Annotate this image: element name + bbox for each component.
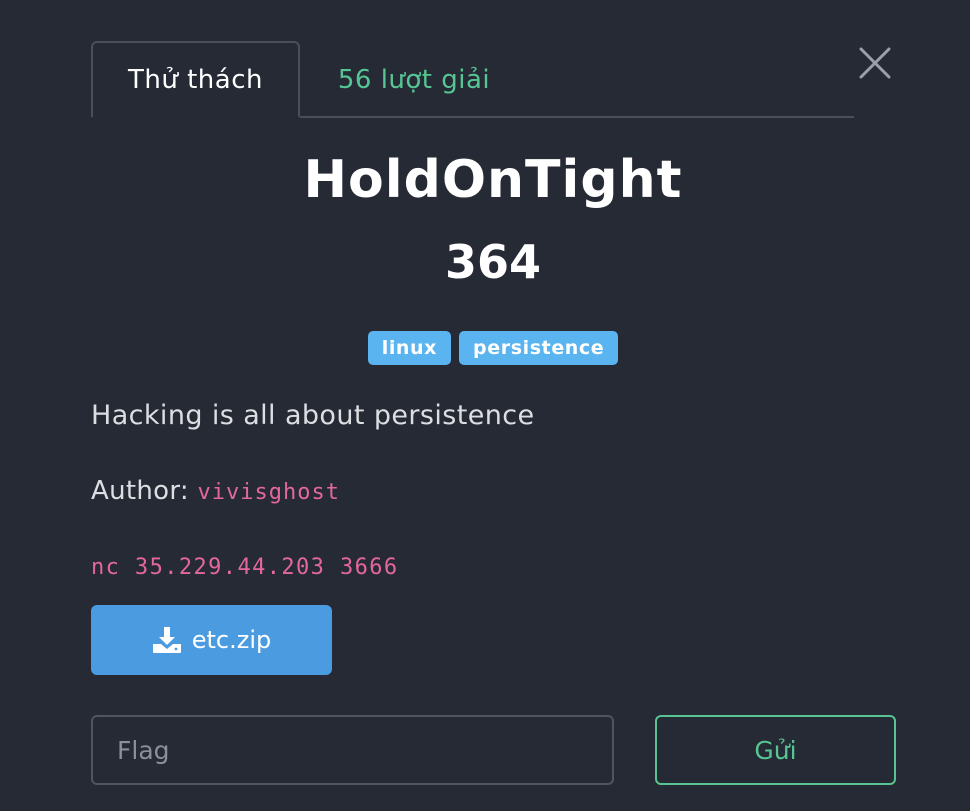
close-icon [859,47,891,79]
author-name: vivisghost [197,480,340,505]
author-label: Author: [91,476,189,506]
tab-challenge-label: Thử thách [128,64,263,95]
modal-tabs: Thử thách 56 lượt giải [91,41,854,118]
challenge-tags: linux persistence [0,331,970,365]
challenge-points: 364 [444,235,542,289]
download-file-label: etc.zip [191,626,272,654]
submit-button[interactable]: Gửi [655,715,896,785]
close-button[interactable] [856,44,894,82]
download-file-button[interactable]: etc.zip [91,605,332,675]
tag-linux: linux [367,331,452,365]
tab-challenge[interactable]: Thử thách [91,41,300,118]
tag-persistence: persistence [459,331,619,365]
connection-command: nc 35.229.44.203 3666 [91,555,399,580]
challenge-modal: Thử thách 56 lượt giải HoldOnTight 364 l… [0,0,970,811]
tab-solves-label: 56 lượt giải [337,64,491,95]
tab-solves[interactable]: 56 lượt giải [300,41,528,118]
flag-input[interactable] [91,715,614,785]
challenge-title: HoldOnTight [303,150,683,210]
challenge-author: Author: vivisghost [91,476,340,506]
challenge-description: Hacking is all about persistence [91,400,535,431]
download-icon [152,627,181,653]
